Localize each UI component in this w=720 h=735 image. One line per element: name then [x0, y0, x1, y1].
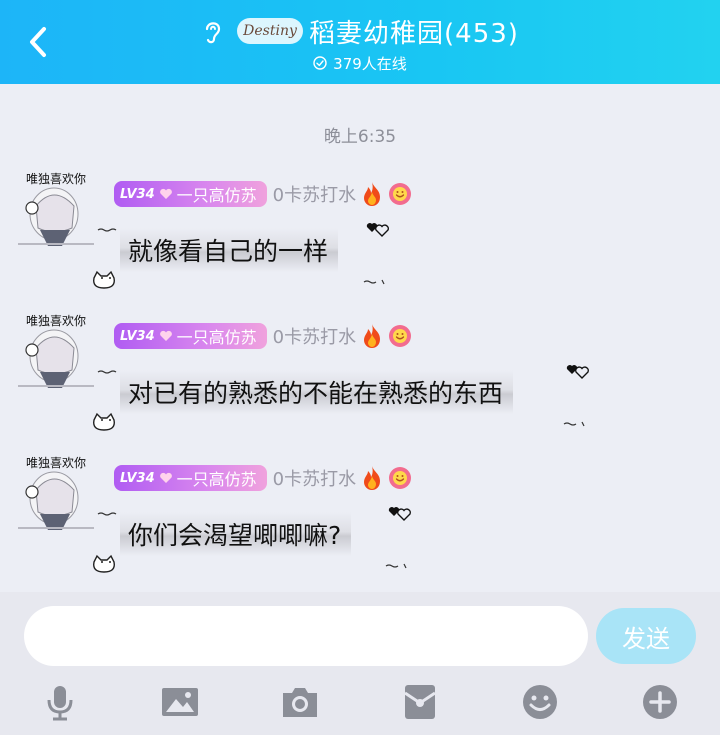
message-item: 唯独喜欢你 LV34 一只高仿苏 0卡苏打水 对已有的熟悉的不能在熟悉的东西: [0, 308, 720, 448]
group-title: 稻妻幼稚园(453): [309, 18, 519, 49]
avatar-tag: 唯独喜欢你: [26, 172, 87, 186]
message-item: 唯独喜欢你 LV34 一只高仿苏 0卡苏打水 就像看自己的一样: [0, 166, 720, 306]
message-bubble[interactable]: 对已有的熟悉的不能在熟悉的东西: [120, 370, 514, 414]
online-check-icon: [313, 56, 327, 70]
doodle-hearts-icon: [385, 507, 411, 569]
fire-icon: [364, 182, 381, 206]
flower-smile-icon: [389, 183, 412, 205]
member-title: 一只高仿苏: [176, 328, 257, 347]
plus-icon[interactable]: [640, 682, 680, 722]
emoji-icon[interactable]: [520, 682, 560, 722]
heart-mini-icon: [159, 330, 172, 341]
message-input[interactable]: [24, 606, 588, 666]
sender-nickname: 0卡苏打水: [272, 327, 357, 348]
level-text: LV34: [120, 470, 155, 486]
input-toolbar: [0, 680, 720, 724]
sender-name-row[interactable]: LV34 一只高仿苏 0卡苏打水: [114, 322, 412, 350]
level-text: LV34: [120, 186, 155, 202]
image-icon[interactable]: [160, 682, 200, 722]
chat-header: Destiny 稻妻幼稚园(453) 379人在线: [0, 0, 720, 84]
fire-icon: [364, 466, 381, 490]
message-timestamp: 晚上6:35: [323, 127, 397, 147]
input-area: 发送: [0, 592, 720, 735]
online-count: 379人在线: [333, 54, 407, 73]
avatar-tag: 唯独喜欢你: [26, 456, 87, 470]
doodle-hearts-icon: [363, 223, 389, 285]
red-packet-icon[interactable]: [400, 682, 440, 722]
avatar-tag: 唯独喜欢你: [26, 314, 87, 328]
message-item: 唯独喜欢你 LV34 一只高仿苏 0卡苏打水 你们会渴望唧唧嘛?: [0, 450, 720, 590]
heart-mini-icon: [159, 188, 172, 199]
sender-name-row[interactable]: LV34 一只高仿苏 0卡苏打水: [114, 464, 412, 492]
sender-nickname: 0卡苏打水: [272, 185, 357, 206]
online-count-row[interactable]: 379人在线: [0, 52, 720, 74]
level-badge: LV34 一只高仿苏: [114, 465, 267, 491]
sender-name-row[interactable]: LV34 一只高仿苏 0卡苏打水: [114, 180, 412, 208]
avatar[interactable]: 唯独喜欢你: [14, 450, 100, 534]
sender-nickname: 0卡苏打水: [272, 469, 357, 490]
message-bubble[interactable]: 你们会渴望唧唧嘛?: [120, 512, 352, 556]
level-badge: LV34 一只高仿苏: [114, 323, 267, 349]
level-text: LV34: [120, 328, 155, 344]
member-title: 一只高仿苏: [176, 186, 257, 205]
message-bubble[interactable]: 就像看自己的一样: [120, 228, 339, 272]
camera-icon[interactable]: [280, 682, 320, 722]
ear-icon: [205, 22, 221, 44]
mic-icon[interactable]: [40, 682, 80, 722]
heart-mini-icon: [159, 472, 172, 483]
level-badge: LV34 一只高仿苏: [114, 181, 267, 207]
group-logo-badge: Destiny: [237, 18, 304, 44]
fire-icon: [364, 324, 381, 348]
doodle-hearts-icon: [563, 365, 589, 427]
flower-smile-icon: [389, 325, 412, 347]
send-button[interactable]: 发送: [596, 608, 696, 664]
avatar[interactable]: 唯独喜欢你: [14, 308, 100, 392]
title-row[interactable]: Destiny 稻妻幼稚园(453): [0, 12, 720, 50]
flower-smile-icon: [389, 467, 412, 489]
avatar[interactable]: 唯独喜欢你: [14, 166, 100, 250]
member-title: 一只高仿苏: [176, 470, 257, 489]
